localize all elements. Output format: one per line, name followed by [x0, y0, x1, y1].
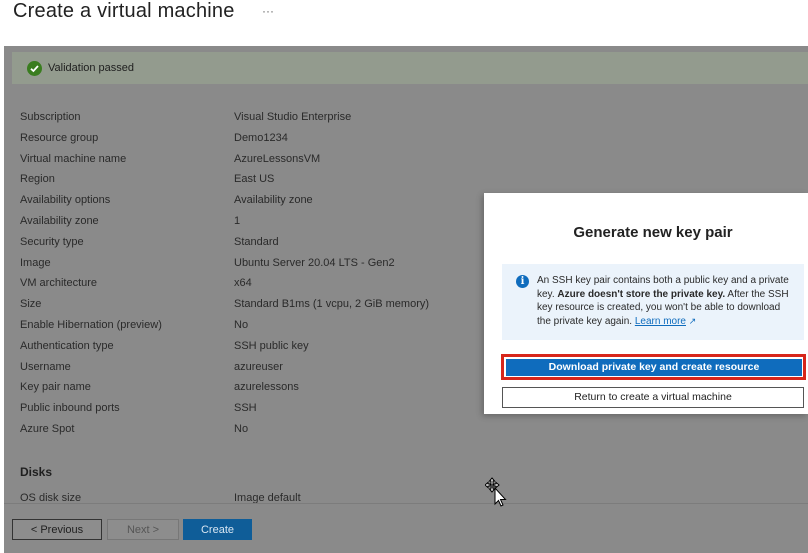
next-button[interactable]: Next > — [107, 519, 179, 540]
summary-label: Region — [20, 173, 55, 185]
summary-value: No — [234, 319, 249, 331]
summary-value: azurelessons — [234, 381, 299, 393]
summary-value: Availability zone — [234, 194, 313, 206]
summary-label: Authentication type — [20, 340, 114, 352]
summary-value: azureuser — [234, 361, 283, 373]
ellipsis-icon[interactable]: ··· — [262, 4, 274, 18]
summary-label: Image — [20, 257, 51, 269]
info-icon: i — [516, 275, 529, 288]
summary-value: Standard B1ms (1 vcpu, 2 GiB memory) — [234, 298, 430, 310]
return-button[interactable]: Return to create a virtual machine — [502, 387, 804, 408]
check-circle-icon — [27, 61, 42, 76]
summary-label: Public inbound ports — [20, 402, 120, 414]
summary-label: Availability zone — [20, 215, 99, 227]
learn-more-link[interactable]: Learn more — [635, 316, 686, 327]
summary-label: Enable Hibernation (preview) — [20, 319, 162, 331]
summary-value: Ubuntu Server 20.04 LTS - Gen2 — [234, 257, 395, 269]
move-cursor-icon — [484, 477, 509, 512]
summary-value: SSH — [234, 402, 257, 414]
disks-section-title: Disks — [20, 465, 53, 479]
summary-label: Availability options — [20, 194, 111, 206]
info-message: An SSH key pair contains both a public k… — [537, 274, 795, 328]
info-bold-text: Azure doesn't store the private key. — [557, 288, 726, 300]
summary-label: Azure Spot — [20, 423, 75, 435]
summary-value: Standard — [234, 236, 279, 248]
summary-value: No — [234, 423, 249, 435]
previous-button[interactable]: < Previous — [12, 519, 102, 540]
dialog-title: Generate new key pair — [573, 224, 733, 241]
page-title: Create a virtual machine — [13, 0, 235, 22]
summary-value: Visual Studio Enterprise — [234, 111, 352, 123]
summary-label: Resource group — [20, 132, 99, 144]
validation-status-text: Validation passed — [48, 62, 135, 74]
summary-label: VM architecture — [20, 277, 98, 289]
summary-value: AzureLessonsVM — [234, 153, 321, 165]
summary-label: Subscription — [20, 111, 81, 123]
summary-label: Username — [20, 361, 71, 373]
download-private-key-button[interactable]: Download private key and create resource — [506, 359, 802, 376]
summary-value: SSH public key — [234, 340, 309, 352]
summary-value: Demo1234 — [234, 132, 288, 144]
summary-value: 1 — [234, 215, 241, 227]
summary-value: East US — [234, 173, 275, 185]
summary-label: Key pair name — [20, 381, 91, 393]
summary-label: Size — [20, 298, 42, 310]
create-button[interactable]: Create — [183, 519, 252, 540]
summary-label: Security type — [20, 236, 84, 248]
external-link-icon: ↗ — [688, 315, 697, 326]
summary-label: Virtual machine name — [20, 153, 127, 165]
summary-value: x64 — [234, 277, 252, 289]
